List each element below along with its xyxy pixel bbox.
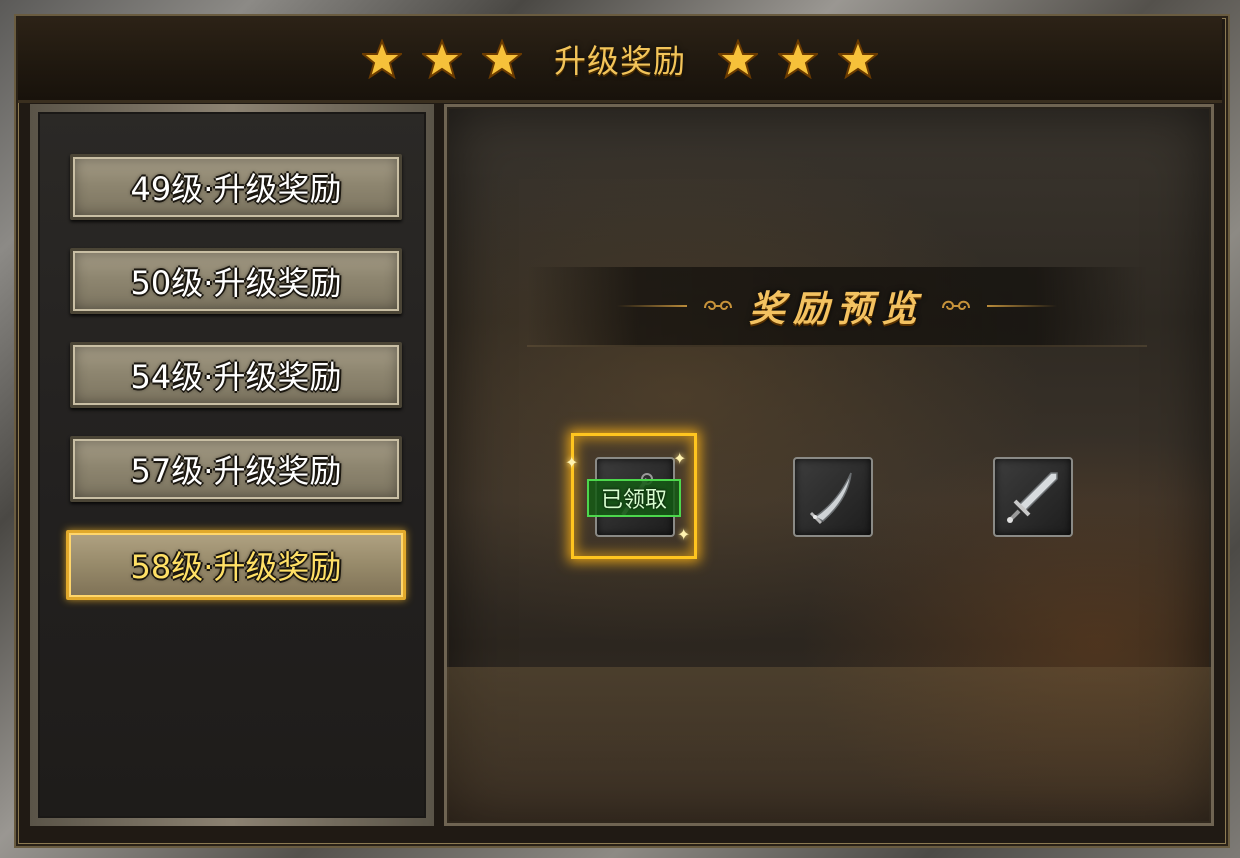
- level-54-reward-button[interactable]: 54级·升级奖励: [70, 342, 402, 408]
- sparkle-icon: ✦: [565, 453, 579, 472]
- reward-slot-3[interactable]: [993, 457, 1073, 537]
- level-list-panel: 49级·升级奖励 50级·升级奖励 54级·升级奖励 57级·升级奖励 58级·…: [30, 104, 434, 826]
- scroll-ornament-icon: [942, 300, 970, 310]
- banner-divider-right: [987, 305, 1057, 307]
- reward-preview-panel: 奖励预览 已领取 ✦ ✦ ✦: [444, 104, 1214, 826]
- background-scene: [447, 667, 1211, 823]
- level-57-reward-button[interactable]: 57级·升级奖励: [70, 436, 402, 502]
- level-58-reward-button[interactable]: 58级·升级奖励: [66, 530, 406, 600]
- star-icon: [421, 39, 462, 79]
- level-list: 49级·升级奖励 50级·升级奖励 54级·升级奖励 57级·升级奖励 58级·…: [38, 112, 426, 818]
- sparkle-icon: ✦: [677, 525, 691, 544]
- level-50-reward-button[interactable]: 50级·升级奖励: [70, 248, 402, 314]
- reward-window: 升级奖励 49级·升级奖励 50级·升级奖励 54级·升级奖励 57级·升级奖励…: [0, 0, 1240, 858]
- claimed-badge: 已领取: [587, 479, 681, 517]
- star-icon: [718, 39, 758, 79]
- curved-blade-icon: [809, 472, 852, 525]
- star-icon: [838, 39, 878, 79]
- sword-icon: [1007, 472, 1058, 523]
- preview-banner: 奖励预览: [527, 267, 1147, 347]
- preview-title: 奖励预览: [748, 288, 925, 330]
- banner-divider-left: [616, 305, 687, 307]
- window-title: 升级奖励: [553, 42, 686, 80]
- star-icon: [778, 39, 818, 79]
- title-bar: 升级奖励: [18, 18, 1222, 103]
- level-49-reward-button[interactable]: 49级·升级奖励: [70, 154, 402, 220]
- scroll-ornament-icon: [703, 300, 732, 310]
- sparkle-icon: ✦: [673, 449, 687, 468]
- star-icon: [361, 39, 402, 79]
- star-icon: [481, 39, 522, 79]
- reward-slot-2[interactable]: [793, 457, 873, 537]
